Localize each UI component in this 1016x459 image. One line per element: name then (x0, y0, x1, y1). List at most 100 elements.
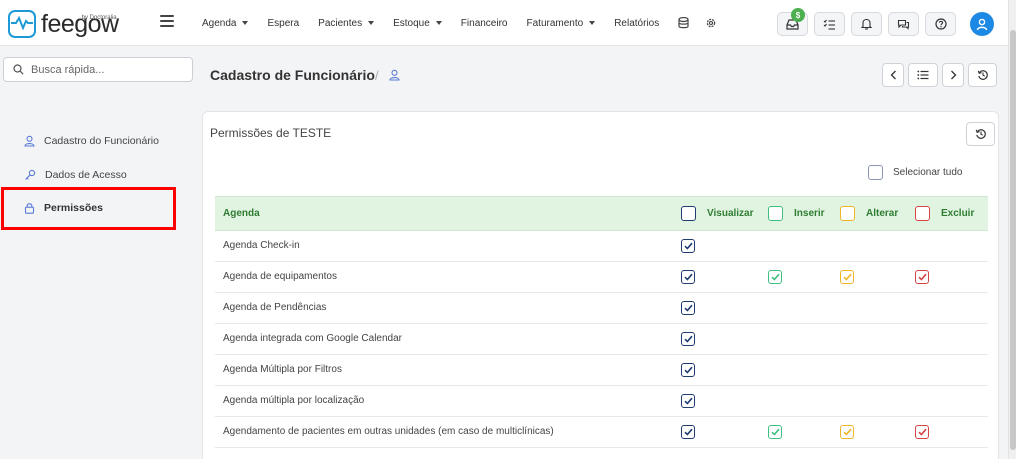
checklist-button[interactable] (814, 12, 845, 36)
excluir-checkbox[interactable] (915, 270, 929, 284)
visualizar-checkbox[interactable] (681, 301, 695, 315)
nav-pacientes[interactable]: Pacientes (318, 18, 375, 29)
column-alterar[interactable]: Alterar (840, 206, 898, 221)
notifications-button[interactable] (851, 12, 882, 36)
excluir-checkbox[interactable] (915, 425, 929, 439)
sidebar-item-label: Dados de Acesso (45, 169, 127, 181)
alterar-checkbox[interactable] (840, 270, 854, 284)
page-title: Cadastro de Funcionário (210, 67, 375, 83)
column-inserir[interactable]: Inserir (768, 206, 825, 221)
permission-name: Agendamento de pacientes em outras unida… (223, 426, 554, 437)
visualizar-checkbox[interactable] (681, 394, 695, 408)
visualizar-checkbox[interactable] (681, 239, 695, 253)
hamburger-menu-icon[interactable] (160, 15, 174, 27)
nav-relatorios[interactable]: Relatórios (614, 18, 659, 29)
chevron-down-icon (589, 21, 596, 25)
card-title: Permissões de TESTE (210, 126, 332, 140)
breadcrumb-separator: / (375, 68, 379, 83)
user-avatar[interactable] (970, 12, 994, 36)
alterar-checkbox[interactable] (840, 425, 854, 439)
scrollbar-thumb[interactable] (1010, 30, 1016, 450)
history-icon (975, 129, 986, 139)
visualizar-checkbox[interactable] (681, 270, 695, 284)
key-icon (25, 169, 36, 180)
section-title: Agenda (223, 208, 260, 219)
gear-icon[interactable] (705, 17, 717, 29)
history-button[interactable] (968, 63, 997, 87)
table-row: Agenda de equipamentos (215, 262, 988, 293)
table-row: Agenda Check-in (215, 231, 988, 262)
top-actions: $ (777, 8, 962, 36)
table-row: Agenda de Pendências (215, 293, 988, 324)
column-excluir[interactable]: Excluir (915, 206, 974, 221)
inserir-checkbox[interactable] (768, 425, 782, 439)
visualizar-checkbox[interactable] (681, 332, 695, 346)
nav-financeiro[interactable]: Financeiro (461, 18, 508, 29)
search-icon (13, 64, 24, 75)
next-button[interactable] (942, 63, 964, 87)
visualizar-checkbox[interactable] (681, 363, 695, 377)
page-scrollbar[interactable] (1008, 0, 1016, 459)
inserir-all-checkbox[interactable] (768, 206, 783, 221)
logo-by-text: by Doctoralia (81, 15, 117, 21)
database-icon[interactable] (678, 17, 690, 29)
nav-estoque[interactable]: Estoque (393, 18, 442, 29)
feegow-logo[interactable]: feegow by Doctoralia (8, 10, 119, 38)
visualizar-checkbox[interactable] (681, 425, 695, 439)
history-icon (977, 70, 988, 80)
chevron-down-icon (242, 21, 249, 25)
check-icon (683, 366, 693, 374)
table-header: Agenda Visualizar Inserir Alterar Exclui… (215, 196, 988, 231)
excluir-all-checkbox[interactable] (915, 206, 930, 221)
chevron-down-icon (435, 21, 442, 25)
sidebar-item-cadastro[interactable]: Cadastro do Funcionário (24, 133, 159, 149)
table-row: Agendamento de pacientes em outras unida… (215, 417, 988, 448)
user-icon (389, 69, 400, 84)
check-icon (683, 428, 693, 436)
chat-button[interactable] (888, 12, 919, 36)
help-icon (934, 18, 947, 30)
select-all[interactable]: Selecionar tudo (868, 165, 963, 180)
chevron-down-icon (368, 21, 375, 25)
main-nav: Agenda Espera Pacientes Estoque Financei… (202, 0, 732, 46)
visualizar-all-checkbox[interactable] (681, 206, 696, 221)
check-icon (842, 428, 852, 436)
select-all-checkbox[interactable] (868, 165, 883, 180)
inserir-checkbox[interactable] (768, 270, 782, 284)
sidebar-item-dados-acesso[interactable]: Dados de Acesso (24, 167, 127, 183)
alterar-all-checkbox[interactable] (840, 206, 855, 221)
search-input[interactable] (31, 63, 181, 76)
check-icon (683, 242, 693, 250)
nav-espera[interactable]: Espera (267, 18, 299, 29)
check-icon (842, 273, 852, 281)
check-icon (683, 397, 693, 405)
list-button[interactable] (908, 63, 938, 87)
logo-pulse-icon (8, 10, 36, 38)
column-label: Excluir (941, 208, 975, 219)
top-bar: feegow by Doctoralia Agenda Espera Pacie… (0, 0, 1016, 46)
quick-search[interactable] (3, 57, 193, 82)
header-actions (882, 63, 1001, 87)
logo-text: feegow by Doctoralia (41, 11, 119, 37)
sidebar-item-label: Cadastro do Funcionário (44, 135, 159, 147)
table-row: Agenda integrada com Google Calendar (215, 324, 988, 355)
user-icon (24, 135, 35, 147)
chevron-right-icon (950, 70, 956, 80)
notification-badge: $ (791, 8, 805, 22)
help-button[interactable] (925, 12, 956, 36)
highlight-box (1, 187, 176, 230)
column-label: Inserir (794, 208, 825, 219)
nav-agenda[interactable]: Agenda (202, 18, 249, 29)
permission-name: Agenda de Pendências (223, 302, 327, 313)
nav-faturamento[interactable]: Faturamento (527, 18, 596, 29)
permission-name: Agenda Check-in (223, 240, 300, 251)
card-history-button[interactable] (966, 122, 995, 146)
select-all-label: Selecionar tudo (893, 167, 963, 178)
column-visualizar[interactable]: Visualizar (681, 206, 754, 221)
column-label: Visualizar (707, 208, 754, 219)
check-icon (683, 273, 693, 281)
previous-button[interactable] (882, 63, 904, 87)
permission-name: Agenda integrada com Google Calendar (223, 333, 403, 344)
inbox-button[interactable]: $ (777, 8, 808, 36)
check-icon (770, 428, 780, 436)
